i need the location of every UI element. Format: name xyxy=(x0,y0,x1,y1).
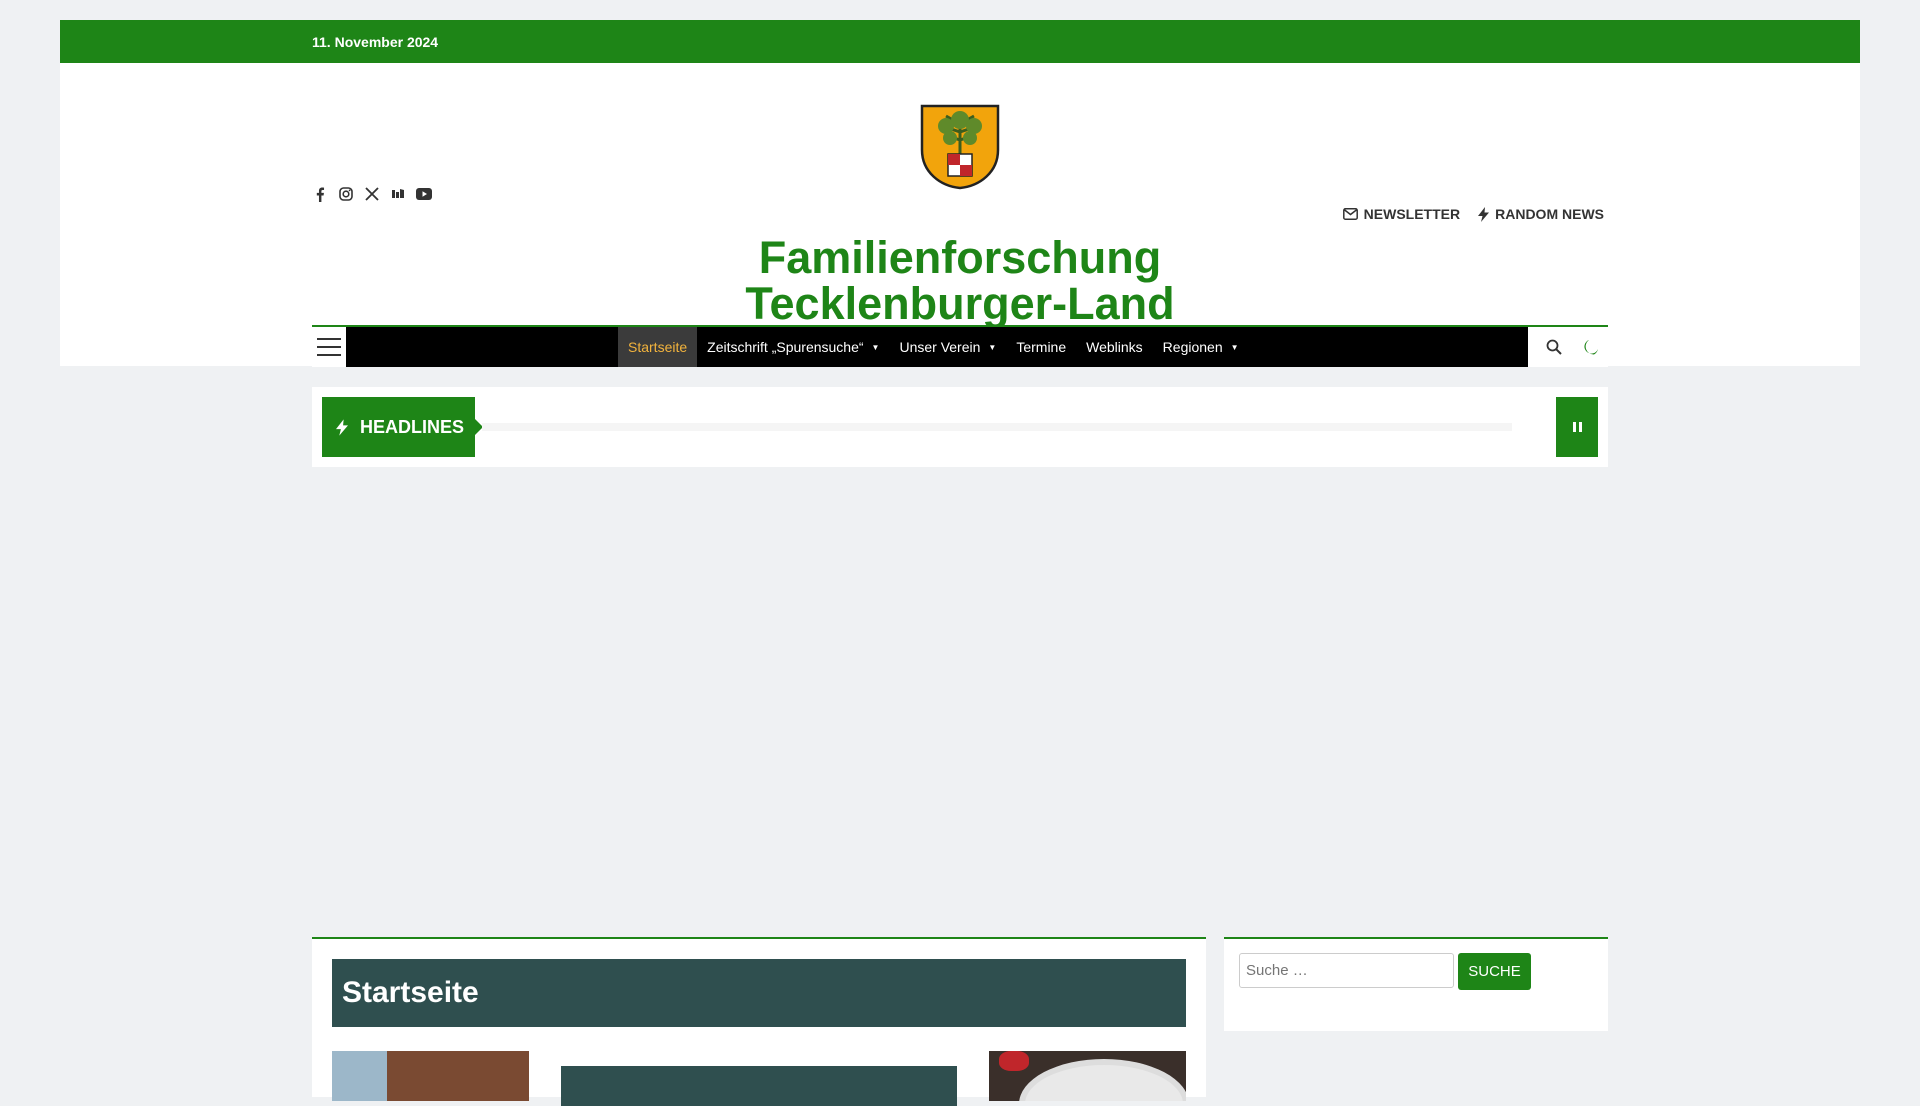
envelope-icon xyxy=(1342,208,1358,220)
nav-item-weblinks[interactable]: Weblinks xyxy=(1076,327,1153,367)
pause-button[interactable] xyxy=(1556,397,1598,457)
site-title[interactable]: Familienforschung Tecklenburger-Land xyxy=(60,235,1860,327)
caret-down-icon: ▼ xyxy=(871,342,880,352)
youtube-icon[interactable] xyxy=(416,186,432,202)
facebook-icon[interactable] xyxy=(312,186,328,202)
post-card[interactable] xyxy=(561,1066,957,1106)
random-news-label: RANDOM NEWS xyxy=(1495,206,1604,222)
page-title: Startseite xyxy=(332,959,1186,1027)
x-twitter-icon[interactable] xyxy=(364,186,380,202)
caret-down-icon: ▼ xyxy=(988,342,997,352)
search-input[interactable] xyxy=(1239,953,1454,988)
site-title-line1[interactable]: Familienforschung xyxy=(60,235,1860,281)
site-header: Familienforschung Tecklenburger-Land NEW… xyxy=(60,63,1860,367)
headlines-label: HEADLINES xyxy=(322,397,483,457)
caret-down-icon: ▼ xyxy=(1230,342,1239,352)
page: 11. November 2024 Familienforschung Teck… xyxy=(60,20,1860,1106)
headlines-ticker: HEADLINES xyxy=(312,387,1608,467)
top-bar: 11. November 2024 xyxy=(60,20,1860,63)
nav-item-label: Startseite xyxy=(628,339,688,355)
search-button[interactable]: SUCHE xyxy=(1458,953,1531,990)
nav-item-label: Termine xyxy=(1016,339,1067,355)
main-navigation: Startseite Zeitschrift „Spurensuche“ ▼ Un… xyxy=(312,325,1608,367)
post-thumbnail-plate[interactable] xyxy=(989,1051,1186,1101)
nav-item-label: Regionen xyxy=(1162,339,1223,355)
dark-mode-moon-icon[interactable] xyxy=(1582,339,1599,356)
nav-menu: Startseite Zeitschrift „Spurensuche“ ▼ Un… xyxy=(618,327,1249,367)
nav-item-label: Unser Verein xyxy=(899,339,981,355)
vk-icon[interactable] xyxy=(390,186,406,202)
nav-item-zeitschrift[interactable]: Zeitschrift „Spurensuche“ ▼ xyxy=(697,327,889,367)
headlines-track xyxy=(482,423,1512,431)
headlines-text: HEADLINES xyxy=(360,416,465,437)
random-news-link[interactable]: RANDOM NEWS xyxy=(1478,206,1604,222)
nav-item-label: Zeitschrift „Spurensuche“ xyxy=(707,339,864,355)
search-icon[interactable] xyxy=(1546,339,1562,355)
newsletter-label: NEWSLETTER xyxy=(1363,206,1461,222)
sidebar-search-widget: SUCHE xyxy=(1224,937,1608,1031)
main-content: Startseite xyxy=(312,937,1206,1106)
nav-item-regionen[interactable]: Regionen ▼ xyxy=(1153,327,1249,367)
bolt-icon xyxy=(1478,206,1490,222)
coat-of-arms-logo[interactable] xyxy=(920,104,1000,190)
newsletter-link[interactable]: NEWSLETTER xyxy=(1342,206,1461,222)
nav-item-termine[interactable]: Termine xyxy=(1006,327,1076,367)
instagram-icon[interactable] xyxy=(338,186,354,202)
nav-item-label: Weblinks xyxy=(1086,339,1143,355)
nav-item-unser-verein[interactable]: Unser Verein ▼ xyxy=(889,327,1006,367)
nav-item-startseite[interactable]: Startseite xyxy=(618,327,698,367)
post-thumbnail-building[interactable] xyxy=(332,1051,529,1101)
nav-tools xyxy=(1546,327,1599,367)
header-links: NEWSLETTER RANDOM NEWS xyxy=(1342,206,1604,222)
current-date: 11. November 2024 xyxy=(312,34,439,50)
social-links xyxy=(312,186,432,202)
site-title-line2[interactable]: Tecklenburger-Land xyxy=(60,281,1860,327)
hamburger-menu-icon[interactable] xyxy=(312,327,346,367)
bolt-icon xyxy=(336,418,348,436)
